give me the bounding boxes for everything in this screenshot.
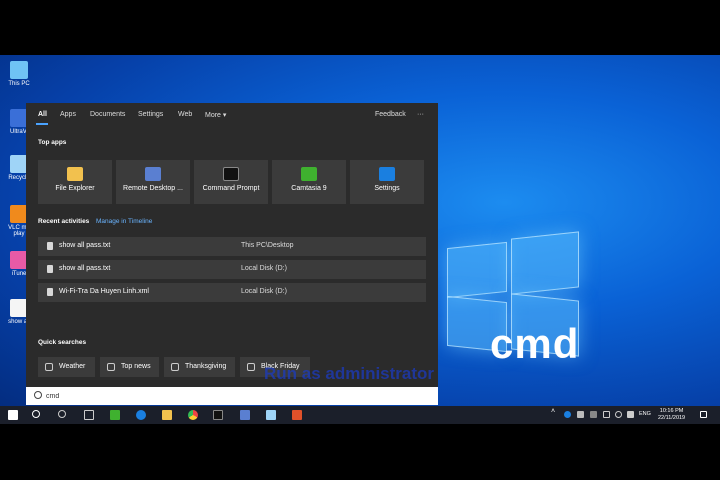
start-icon[interactable]	[8, 410, 18, 420]
desktop-icon-label: This PC	[8, 81, 30, 87]
tab-web[interactable]: Web	[178, 111, 192, 118]
camtasia-icon[interactable]	[110, 410, 120, 420]
task-view-icon[interactable]	[84, 410, 94, 420]
tab-settings[interactable]: Settings	[138, 111, 163, 118]
active-tab-indicator	[36, 123, 48, 125]
recent-activity-row[interactable]: Wi-Fi-Tra Da Huyen Linh.xml Local Disk (…	[38, 283, 426, 302]
app-tile-label: Settings	[374, 185, 400, 192]
quick-search-label: Weather	[59, 363, 86, 370]
desktop: cmd This PC UltraVi Recycle VLC me play …	[0, 55, 720, 424]
calendar-icon	[171, 363, 179, 371]
search-panel: All Apps Documents Settings Web More ▾ F…	[26, 103, 438, 405]
clock-time: 10:16 PM	[659, 408, 684, 414]
tab-apps[interactable]: Apps	[60, 111, 76, 118]
app-tile-label: Command Prompt	[202, 185, 260, 192]
search-icon[interactable]	[32, 410, 40, 418]
run-as-administrator-overlay: Run as administrator	[264, 364, 435, 383]
quick-search-thanksgiving[interactable]: Thanksgiving	[164, 357, 235, 377]
chevron-up-icon[interactable]: ˄	[551, 408, 558, 415]
tab-more[interactable]: More ▾	[205, 111, 226, 119]
document-icon	[47, 288, 53, 296]
chevron-down-icon: ▾	[222, 112, 227, 119]
network-monitor-icon[interactable]	[577, 411, 584, 418]
remote-desktop-icon[interactable]	[240, 410, 250, 420]
recent-activity-location: This PC\Desktop	[241, 242, 294, 249]
app-tile-settings[interactable]: Settings	[350, 160, 424, 204]
search-tabs: All Apps Documents Settings Web More ▾ F…	[26, 103, 438, 127]
recent-activity-name: show all pass.txt	[59, 242, 111, 249]
camtasia-icon	[301, 167, 317, 181]
quick-search-top-news[interactable]: Top news	[100, 357, 159, 377]
wifi-icon[interactable]	[627, 411, 634, 418]
recent-activities-title: Recent activities	[38, 218, 90, 225]
quick-searches-title: Quick searches	[38, 339, 87, 346]
notepad-icon[interactable]	[266, 410, 276, 420]
cortana-icon[interactable]	[58, 410, 66, 418]
terminal-icon[interactable]	[213, 410, 223, 420]
cmd-overlay-text: cmd	[490, 320, 580, 367]
recent-activity-location: Local Disk (D:)	[241, 288, 287, 295]
recent-activity-name: Wi-Fi-Tra Da Huyen Linh.xml	[59, 288, 149, 295]
app-tile-label: Remote Desktop ...	[123, 185, 183, 192]
tab-documents[interactable]: Documents	[90, 111, 125, 118]
remote-desktop-icon	[145, 167, 161, 181]
quick-search-label: Thanksgiving	[185, 363, 227, 370]
app-tile-file-explorer[interactable]: File Explorer	[38, 160, 112, 204]
notification-icon[interactable]	[700, 411, 707, 418]
recent-activity-row[interactable]: show all pass.txt Local Disk (D:)	[38, 260, 426, 279]
manage-timeline-link[interactable]: Manage in Timeline	[96, 218, 152, 225]
edge-icon[interactable]	[136, 410, 146, 420]
terminal-icon	[223, 167, 239, 181]
chrome-icon[interactable]	[188, 410, 198, 420]
recent-activity-name: show all pass.txt	[59, 265, 111, 272]
screen-recorder-icon[interactable]	[292, 410, 302, 420]
search-icon	[34, 391, 42, 399]
document-icon	[47, 242, 53, 250]
bluetooth-icon[interactable]	[564, 411, 571, 418]
cloud-icon	[45, 363, 53, 371]
folder-icon[interactable]	[162, 410, 172, 420]
monitor-icon[interactable]	[603, 411, 610, 418]
more-options-icon[interactable]: ···	[417, 111, 424, 118]
tab-more-label: More	[205, 112, 221, 119]
clock-date: 22/11/2019	[658, 415, 686, 421]
recent-activity-row[interactable]: show all pass.txt This PC\Desktop	[38, 237, 426, 256]
language-indicator[interactable]: ENG	[639, 411, 651, 417]
this-pc-icon[interactable]: This PC	[2, 61, 36, 87]
app-tile-label: File Explorer	[55, 185, 95, 192]
quick-search-label: Top news	[121, 363, 151, 370]
quick-search-weather[interactable]: Weather	[38, 357, 95, 377]
top-apps-title: Top apps	[38, 139, 67, 146]
app-tile-label: Camtasia 9	[291, 185, 327, 192]
tag-icon	[247, 363, 255, 371]
folder-icon	[67, 167, 83, 181]
feedback-link[interactable]: Feedback	[375, 111, 406, 118]
clock[interactable]: 10:16 PM 22/11/2019	[658, 408, 685, 422]
recent-activity-location: Local Disk (D:)	[241, 265, 287, 272]
app-tile-remote-desktop[interactable]: Remote Desktop ...	[116, 160, 190, 204]
gear-icon	[379, 167, 395, 181]
search-input[interactable]	[46, 390, 246, 402]
news-icon	[107, 363, 115, 371]
search-box[interactable]	[26, 387, 438, 405]
app-tile-camtasia[interactable]: Camtasia 9	[272, 160, 346, 204]
document-icon	[47, 265, 53, 273]
speaker-icon[interactable]	[615, 411, 622, 418]
battery-icon[interactable]	[590, 411, 597, 418]
tab-all[interactable]: All	[38, 111, 47, 118]
app-tile-command-prompt[interactable]: Command Prompt	[194, 160, 268, 204]
taskbar: ˄ ENG 10:16 PM 22/11/2019	[0, 406, 720, 424]
